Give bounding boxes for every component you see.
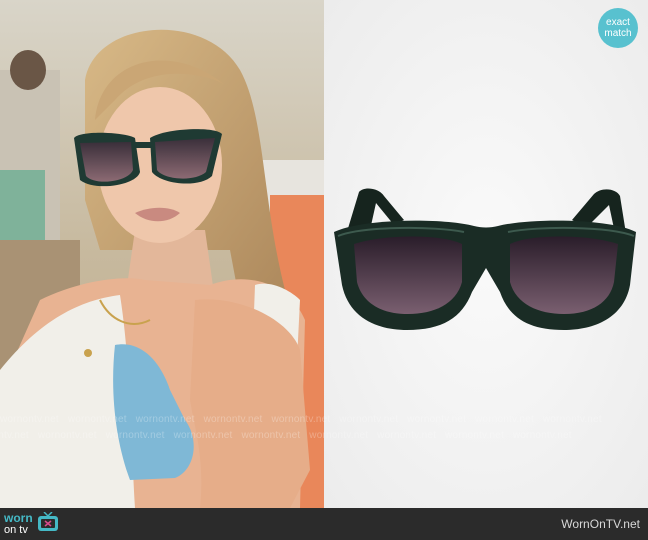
watermark-row: wornontv.net wornontv.net wornontv.net w… — [0, 430, 572, 441]
site-logo[interactable]: worn on tv — [4, 510, 59, 537]
site-url[interactable]: WornOnTV.net — [561, 517, 640, 531]
logo-line-2: on tv — [4, 524, 28, 536]
watermark-row: wornontv.net wornontv.net wornontv.net w… — [0, 414, 602, 425]
tv-icon — [37, 510, 59, 537]
footer-bar: worn on tv WornOnTV.net — [0, 508, 648, 540]
badge-line-1: exact — [606, 17, 630, 28]
exact-match-badge: exact match — [598, 8, 638, 48]
logo-line-1: worn — [4, 511, 33, 525]
badge-line-2: match — [604, 28, 632, 39]
